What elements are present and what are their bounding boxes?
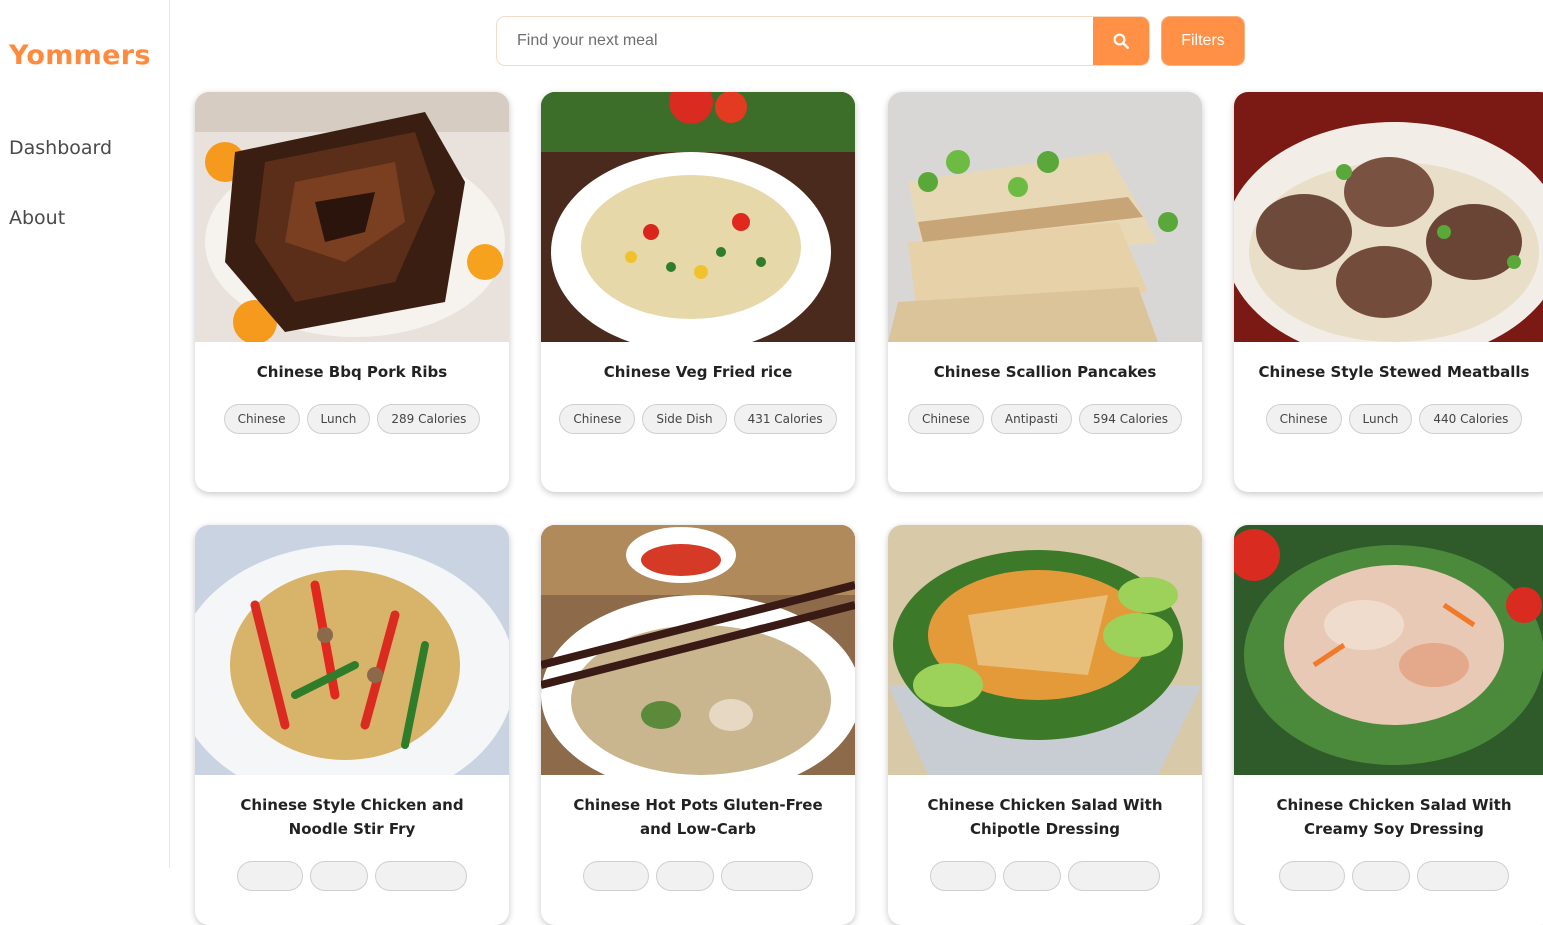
cuisine-tag: Chinese	[1265, 404, 1342, 434]
cuisine-tag	[237, 861, 303, 891]
chipotle-salad-photo	[888, 525, 1202, 775]
hot-pot-photo	[541, 525, 855, 775]
recipe-tags	[1234, 861, 1543, 891]
meal-type-tag: Lunch	[1348, 404, 1413, 434]
meal-type-tag: Antipasti	[990, 404, 1073, 434]
search-bar	[496, 16, 1150, 66]
cuisine-tag	[1279, 861, 1345, 891]
cuisine-tag: Chinese	[559, 404, 636, 434]
fried-rice-photo	[541, 92, 855, 342]
recipe-tags	[888, 861, 1202, 891]
calories-tag: 431 Calories	[733, 404, 837, 434]
pancakes-photo	[888, 92, 1202, 342]
recipe-title: Chinese Veg Fried rice	[603, 363, 793, 381]
meatballs-photo	[1234, 92, 1543, 342]
cuisine-tag	[930, 861, 996, 891]
meal-type-tag: Side Dish	[642, 404, 727, 434]
ribs-photo	[195, 92, 509, 342]
recipe-card[interactable]: Chinese Hot Pots Gluten-Free and Low-Car…	[541, 525, 855, 925]
recipe-tags: Chinese Side Dish 431 Calories	[541, 404, 855, 434]
search-button[interactable]	[1093, 17, 1149, 65]
noodles-photo	[195, 525, 509, 775]
meal-type-tag	[310, 861, 368, 891]
recipe-card[interactable]: Chinese Bbq Pork Ribs Chinese Lunch 289 …	[195, 92, 509, 492]
search-input[interactable]	[497, 17, 1093, 65]
recipe-title: Chinese Chicken Salad With Chipotle Dres…	[927, 796, 1163, 838]
brand-logo[interactable]: Yommers	[9, 40, 151, 71]
meal-type-tag: Lunch	[306, 404, 371, 434]
calories-tag	[721, 861, 813, 891]
recipe-title: Chinese Hot Pots Gluten-Free and Low-Car…	[573, 796, 823, 838]
calories-tag: 594 Calories	[1079, 404, 1183, 434]
recipe-title: Chinese Style Chicken and Noodle Stir Fr…	[240, 796, 464, 838]
recipe-title: Chinese Chicken Salad With Creamy Soy Dr…	[1276, 796, 1512, 838]
calories-tag: 440 Calories	[1419, 404, 1523, 434]
recipe-tags: Chinese Antipasti 594 Calories	[888, 404, 1202, 434]
recipe-card[interactable]: Chinese Style Chicken and Noodle Stir Fr…	[195, 525, 509, 925]
recipe-card[interactable]: Chinese Scallion Pancakes Chinese Antipa…	[888, 92, 1202, 492]
recipe-tags: Chinese Lunch 289 Calories	[195, 404, 509, 434]
recipe-title: Chinese Style Stewed Meatballs	[1258, 363, 1530, 381]
search-icon	[1113, 33, 1130, 50]
recipe-card[interactable]: Chinese Style Stewed Meatballs Chinese L…	[1234, 92, 1543, 492]
cuisine-tag: Chinese	[907, 404, 984, 434]
cuisine-tag	[583, 861, 649, 891]
meal-type-tag	[656, 861, 714, 891]
meal-type-tag	[1352, 861, 1410, 891]
recipe-tags	[541, 861, 855, 891]
soy-salad-photo	[1234, 525, 1543, 775]
filters-button[interactable]: Filters	[1161, 16, 1245, 66]
calories-tag: 289 Calories	[377, 404, 481, 434]
cuisine-tag: Chinese	[223, 404, 300, 434]
recipe-tags	[195, 861, 509, 891]
meal-type-tag	[1003, 861, 1061, 891]
sidebar: Yommers Dashboard About	[0, 0, 170, 868]
nav-item-about[interactable]: About	[9, 207, 65, 229]
recipe-card[interactable]: Chinese Veg Fried rice Chinese Side Dish…	[541, 92, 855, 492]
calories-tag	[1417, 861, 1509, 891]
recipe-card[interactable]: Chinese Chicken Salad With Creamy Soy Dr…	[1234, 525, 1543, 925]
calories-tag	[1068, 861, 1160, 891]
recipe-title: Chinese Bbq Pork Ribs	[256, 363, 448, 381]
nav-item-dashboard[interactable]: Dashboard	[9, 137, 112, 159]
recipe-tags: Chinese Lunch 440 Calories	[1234, 404, 1543, 434]
recipe-title: Chinese Scallion Pancakes	[933, 363, 1157, 381]
recipe-card[interactable]: Chinese Chicken Salad With Chipotle Dres…	[888, 525, 1202, 925]
calories-tag	[375, 861, 467, 891]
